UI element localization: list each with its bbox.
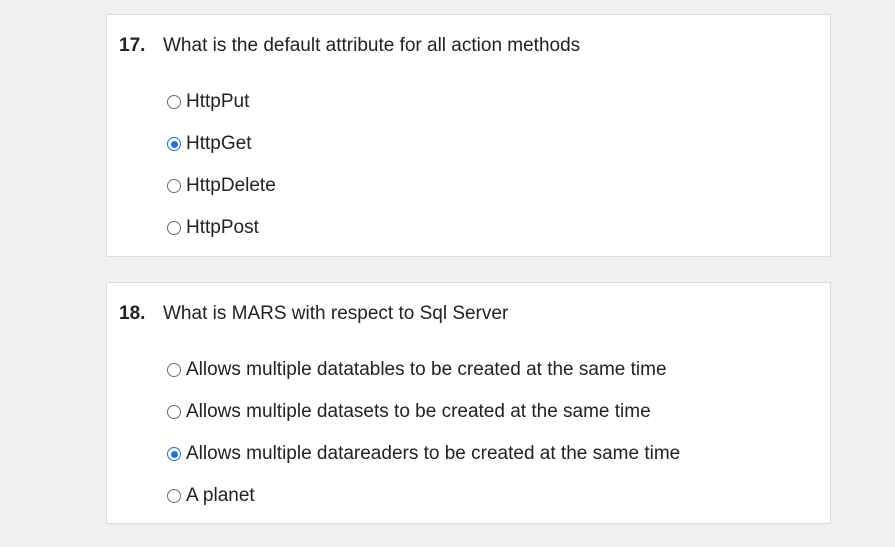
option-datareaders[interactable]: Allows multiple datareaders to be create… <box>167 433 680 475</box>
radio-button[interactable] <box>167 137 181 151</box>
option-datasets[interactable]: Allows multiple datasets to be created a… <box>167 391 680 433</box>
question-number: 18. <box>119 303 146 324</box>
radio-button[interactable] <box>167 179 181 193</box>
radio-button[interactable] <box>167 489 181 503</box>
option-a-planet[interactable]: A planet <box>167 475 680 517</box>
option-httpget[interactable]: HttpGet <box>167 123 276 165</box>
question-text: What is the default attribute for all ac… <box>163 35 581 56</box>
option-label: HttpPost <box>186 217 259 238</box>
option-label: HttpGet <box>186 133 252 154</box>
option-label: Allows multiple datasets to be created a… <box>186 401 651 422</box>
option-label: HttpDelete <box>186 175 276 196</box>
option-label: Allows multiple datareaders to be create… <box>186 443 681 464</box>
question-18: 18. What is MARS with respect to Sql Ser… <box>119 303 508 325</box>
radio-button[interactable] <box>167 447 181 461</box>
option-httpdelete[interactable]: HttpDelete <box>167 165 276 207</box>
question-number: 17. <box>119 35 146 56</box>
question-card-18: 18. What is MARS with respect to Sql Ser… <box>106 282 831 524</box>
options-list-17: HttpPut HttpGet HttpDelete HttpPost <box>167 81 276 249</box>
radio-button[interactable] <box>167 221 181 235</box>
question-card-17: 17. What is the default attribute for al… <box>106 14 831 257</box>
radio-button[interactable] <box>167 95 181 109</box>
option-label: A planet <box>186 485 255 506</box>
option-datatables[interactable]: Allows multiple datatables to be created… <box>167 349 680 391</box>
question-text: What is MARS with respect to Sql Server <box>163 303 509 324</box>
radio-button[interactable] <box>167 405 181 419</box>
option-httppost[interactable]: HttpPost <box>167 207 276 249</box>
question-17: 17. What is the default attribute for al… <box>119 35 580 57</box>
radio-button[interactable] <box>167 363 181 377</box>
option-label: HttpPut <box>186 91 250 112</box>
option-label: Allows multiple datatables to be created… <box>186 359 667 380</box>
options-list-18: Allows multiple datatables to be created… <box>167 349 680 517</box>
option-httpput[interactable]: HttpPut <box>167 81 276 123</box>
